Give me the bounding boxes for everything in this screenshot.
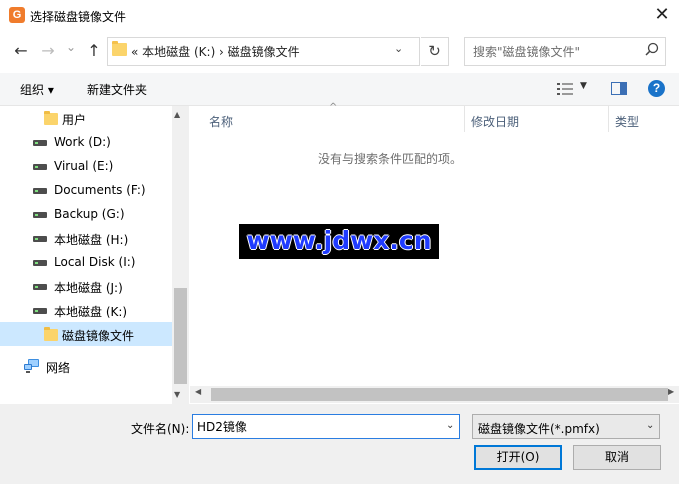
sidebar-item-drive-d[interactable]: Work (D:) — [0, 130, 172, 154]
breadcrumb[interactable]: « 本地磁盘 (K:) › 磁盘镜像文件 — [131, 43, 300, 60]
sidebar-item-label: 本地磁盘 (K:) — [54, 305, 128, 319]
back-arrow-icon[interactable]: ← — [11, 41, 31, 61]
drive-icon — [33, 188, 47, 194]
sidebar-item-drive-f[interactable]: Documents (F:) — [0, 178, 172, 202]
drive-icon — [33, 212, 47, 218]
refresh-button[interactable]: ↻ — [421, 37, 449, 66]
scroll-right-arrow-icon[interactable]: ▶ — [668, 387, 674, 396]
network-icon — [24, 359, 39, 373]
column-header-name[interactable]: 名称 — [209, 113, 233, 130]
sidebar-item-label: Virual (E:) — [54, 159, 114, 173]
sidebar-item-drive-e[interactable]: Virual (E:) — [0, 154, 172, 178]
close-button[interactable]: ✕ — [645, 0, 679, 31]
watermark: www.jdwx.cn — [239, 224, 439, 259]
sidebar-item-disk-image-folder[interactable]: 磁盘镜像文件 — [0, 322, 172, 346]
up-arrow-icon[interactable]: ↑ — [84, 41, 104, 61]
column-header-type[interactable]: 类型 — [615, 113, 639, 130]
search-placeholder: 搜索"磁盘镜像文件" — [473, 45, 581, 59]
drive-icon — [33, 164, 47, 170]
scroll-left-arrow-icon[interactable]: ◀ — [195, 387, 201, 396]
sidebar-item-network[interactable]: 网络 — [0, 354, 172, 378]
view-options-icon[interactable] — [557, 83, 573, 95]
organize-menu-button[interactable]: 组织 ▾ — [20, 81, 54, 98]
sidebar-item-label: 用户 — [62, 113, 87, 127]
chevron-down-icon[interactable]: ⌄ — [646, 420, 654, 431]
drive-icon — [33, 260, 47, 266]
sort-ascending-icon: ^ — [329, 102, 338, 113]
drive-icon — [33, 236, 47, 242]
scroll-down-arrow-icon[interactable]: ▼ — [174, 390, 180, 399]
search-icon[interactable] — [645, 42, 659, 56]
window-title: 选择磁盘镜像文件 — [30, 10, 127, 24]
filename-field[interactable] — [192, 414, 460, 439]
sidebar-item-drive-h[interactable]: 本地磁盘 (H:) — [0, 226, 172, 250]
column-divider[interactable] — [464, 106, 465, 132]
drive-icon — [33, 308, 47, 314]
address-history-chevron-icon[interactable]: ⌄ — [394, 42, 403, 55]
sidebar-item-drive-k[interactable]: 本地磁盘 (K:) — [0, 298, 172, 322]
folder-icon — [112, 41, 127, 56]
app-logo-icon: G — [9, 7, 25, 23]
sidebar-scrollbar-thumb[interactable] — [174, 288, 187, 384]
new-folder-button[interactable]: 新建文件夹 — [87, 81, 147, 98]
sidebar-item-drive-g[interactable]: Backup (G:) — [0, 202, 172, 226]
help-icon[interactable]: ? — [648, 80, 665, 97]
forward-arrow-icon[interactable]: → — [38, 41, 58, 61]
view-options-chevron-icon[interactable]: ▼ — [580, 81, 587, 91]
column-header-date-modified[interactable]: 修改日期 — [471, 113, 519, 130]
open-button[interactable]: 打开(O) — [474, 445, 562, 470]
sidebar-item-label: Backup (G:) — [54, 207, 125, 221]
drive-icon — [33, 284, 47, 290]
sidebar-item-label: Work (D:) — [54, 135, 111, 149]
empty-results-message: 没有与搜索条件匹配的项。 — [317, 152, 462, 166]
sidebar-item-label: 本地磁盘 (H:) — [54, 233, 129, 247]
folder-icon — [44, 111, 58, 125]
column-divider[interactable] — [608, 106, 609, 132]
folder-icon — [44, 327, 58, 341]
filename-history-chevron-icon[interactable]: ⌄ — [446, 420, 454, 431]
preview-pane-icon[interactable] — [611, 82, 627, 95]
filetype-selected-value: 磁盘镜像文件(*.pmfx) — [478, 422, 600, 436]
sidebar-item-label: 磁盘镜像文件 — [62, 329, 135, 343]
navigation-pane: 用户 Work (D:) Virual (E:) Documents (F:) … — [0, 106, 190, 404]
sidebar-item-label: Documents (F:) — [54, 183, 146, 197]
drive-icon — [33, 140, 47, 146]
sidebar-item-label: 本地磁盘 (J:) — [54, 281, 123, 295]
sidebar-item-label: 网络 — [46, 361, 71, 375]
recent-locations-chevron-icon[interactable]: ⌄ — [66, 40, 76, 54]
horizontal-scrollbar-thumb[interactable] — [211, 388, 668, 401]
sidebar-item-label: Local Disk (I:) — [54, 255, 136, 269]
cancel-button[interactable]: 取消 — [573, 445, 661, 470]
sidebar-item-drive-j[interactable]: 本地磁盘 (J:) — [0, 274, 172, 298]
sidebar-item-drive-i[interactable]: Local Disk (I:) — [0, 250, 172, 274]
sidebar-item-users[interactable]: 用户 — [0, 106, 172, 130]
filename-label: 文件名(N): — [131, 422, 190, 436]
scroll-up-arrow-icon[interactable]: ▲ — [174, 110, 180, 119]
